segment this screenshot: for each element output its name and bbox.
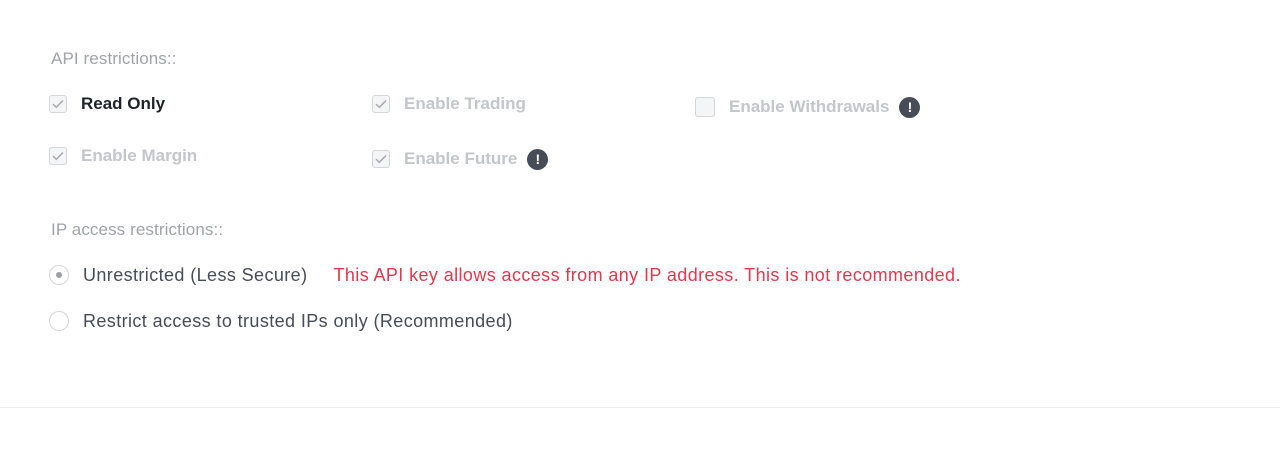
enable-future-label: Enable Future bbox=[404, 149, 518, 168]
enable-future-option[interactable]: Enable Future ! bbox=[372, 147, 549, 171]
enable-withdrawals-checkbox[interactable] bbox=[695, 97, 715, 117]
unrestricted-radio[interactable] bbox=[49, 265, 69, 285]
read-only-checkbox[interactable] bbox=[49, 95, 67, 113]
radio-selected-dot bbox=[56, 272, 62, 278]
restrict-trusted-ips-label: Restrict access to trusted IPs only (Rec… bbox=[83, 310, 513, 331]
unrestricted-warning-text: This API key allows access from any IP a… bbox=[333, 264, 961, 285]
checkmark-icon bbox=[52, 99, 64, 109]
api-key-restrictions-panel: API restrictions:: Read Only Enable Trad… bbox=[0, 0, 1280, 466]
enable-margin-checkbox[interactable] bbox=[49, 147, 67, 165]
enable-trading-checkbox[interactable] bbox=[372, 95, 390, 113]
read-only-label: Read Only bbox=[81, 94, 166, 113]
api-restrictions-label: API restrictions:: bbox=[51, 49, 177, 68]
read-only-option[interactable]: Read Only bbox=[49, 92, 165, 116]
enable-margin-label: Enable Margin bbox=[81, 146, 198, 165]
checkmark-icon bbox=[375, 99, 387, 109]
exclamation-circle-icon[interactable]: ! bbox=[899, 96, 921, 118]
enable-margin-option[interactable]: Enable Margin bbox=[49, 144, 197, 168]
enable-trading-label: Enable Trading bbox=[404, 94, 526, 113]
enable-future-checkbox[interactable] bbox=[372, 150, 390, 168]
checkmark-icon bbox=[52, 151, 64, 161]
enable-withdrawals-option[interactable]: Enable Withdrawals ! bbox=[695, 95, 921, 119]
exclamation-circle-icon[interactable]: ! bbox=[527, 148, 549, 170]
enable-withdrawals-label: Enable Withdrawals bbox=[729, 97, 890, 116]
enable-trading-option[interactable]: Enable Trading bbox=[372, 92, 526, 116]
restrict-trusted-ips-radio-option[interactable]: Restrict access to trusted IPs only (Rec… bbox=[49, 309, 513, 333]
unrestricted-label: Unrestricted (Less Secure) bbox=[83, 264, 308, 285]
ip-access-restrictions-label: IP access restrictions:: bbox=[51, 220, 224, 239]
restrict-trusted-ips-radio[interactable] bbox=[49, 311, 69, 331]
section-divider bbox=[0, 407, 1280, 408]
checkmark-icon bbox=[375, 154, 387, 164]
unrestricted-radio-option[interactable]: Unrestricted (Less Secure) This API key … bbox=[49, 263, 961, 287]
